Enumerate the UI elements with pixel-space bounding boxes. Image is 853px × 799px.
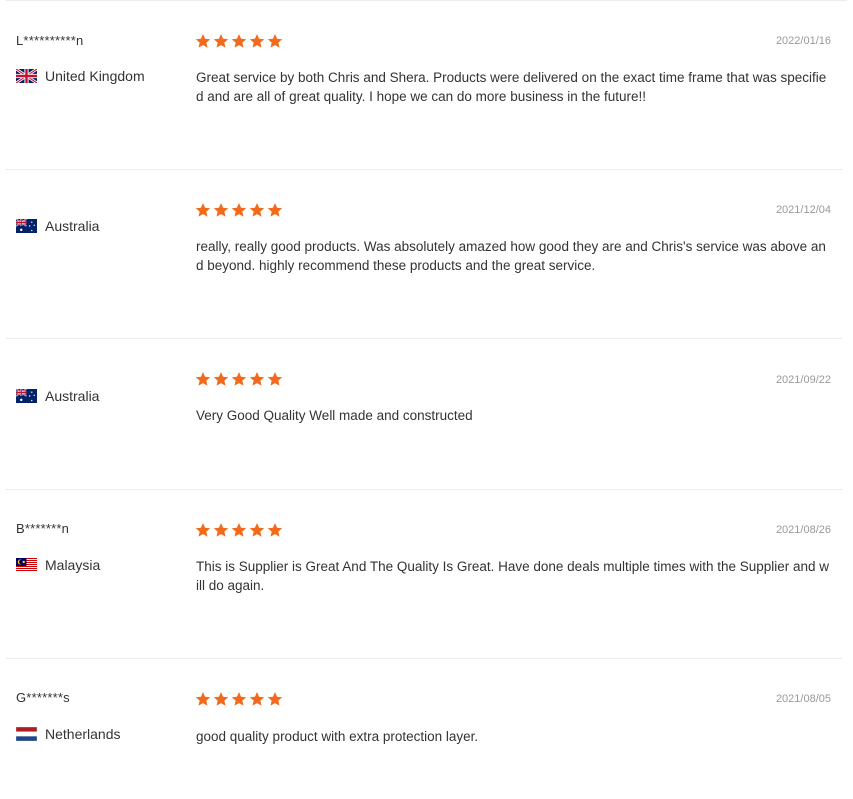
au-flag-icon [16,219,37,233]
review-text: really, really good products. Was absolu… [196,239,826,273]
star-rating [195,33,283,49]
review-date: 2021/08/26 [775,524,831,536]
review-text: Very Good Quality Well made and construc… [196,408,473,423]
country-name: Australia [45,218,100,234]
star-icon [267,34,283,48]
review-date: 2021/12/04 [775,204,831,216]
star-rating [195,522,283,538]
star-icon [213,692,229,706]
buyer-name: G*******s [16,690,70,705]
star-icon [213,34,229,48]
country-name: United Kingdom [45,68,145,84]
star-icon [267,203,283,217]
review-list: L**********n United Kingdom 2022/01/16 G… [0,0,853,799]
star-icon [249,692,265,706]
star-icon [231,372,247,386]
gb-flag-icon [16,69,37,83]
star-icon [267,523,283,537]
star-icon [249,523,265,537]
review-divider [6,338,842,339]
star-icon [249,34,265,48]
star-icon [249,372,265,386]
star-icon [213,372,229,386]
star-icon [231,34,247,48]
star-icon [195,203,211,217]
star-icon [195,34,211,48]
my-flag-icon [16,558,37,572]
star-icon [195,372,211,386]
star-icon [267,372,283,386]
review-divider [6,489,842,490]
star-icon [195,523,211,537]
review-date: 2021/09/22 [775,374,831,386]
review-text: Great service by both Chris and Shera. P… [196,70,827,104]
buyer-country: Netherlands [16,726,121,742]
star-icon [231,692,247,706]
buyer-name: L**********n [16,33,84,48]
star-icon [231,523,247,537]
star-icon [231,203,247,217]
review-divider [6,169,842,170]
au-flag-icon [16,389,37,403]
buyer-country: Australia [16,218,99,234]
star-icon [213,523,229,537]
buyer-country: Malaysia [16,557,100,573]
top-divider [6,0,847,1]
buyer-country: United Kingdom [16,68,145,84]
nl-flag-icon [16,727,37,741]
star-icon [213,203,229,217]
star-icon [267,692,283,706]
star-icon [249,203,265,217]
review-divider [6,658,842,659]
review-text: good quality product with extra protecti… [196,729,479,744]
country-name: Netherlands [45,726,121,742]
buyer-country: Australia [16,388,99,404]
review-text: This is Supplier is Great And The Qualit… [196,559,830,593]
country-name: Malaysia [45,557,101,573]
country-name: Australia [45,388,100,404]
star-rating [195,202,283,218]
buyer-name: B*******n [16,521,70,536]
star-icon [195,692,211,706]
review-date: 2021/08/05 [775,693,831,705]
review-date: 2022/01/16 [775,35,831,47]
star-rating [195,691,283,707]
star-rating [195,371,283,387]
